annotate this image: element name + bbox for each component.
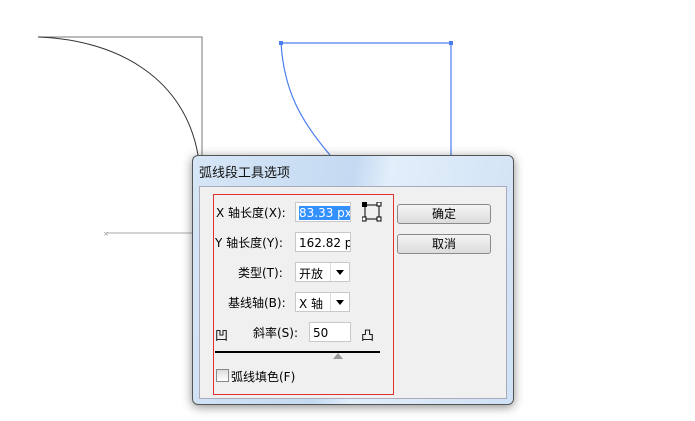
anchor-point — [449, 41, 453, 45]
chevron-down-icon — [330, 263, 349, 281]
slope-slider-thumb[interactable] — [333, 353, 343, 359]
slope-label: 斜率(S): — [253, 326, 299, 340]
fill-arc-checkbox[interactable] — [216, 369, 229, 382]
anchor-point — [279, 41, 283, 45]
reference-point-locator-icon[interactable] — [361, 201, 382, 222]
concave-icon: 凹 — [215, 329, 229, 344]
type-label: 类型(T): — [238, 266, 283, 280]
slope-slider-track[interactable] — [215, 351, 380, 353]
fill-arc-label: 弧线填色(F) — [231, 370, 296, 384]
ok-button[interactable]: 确定 — [397, 204, 491, 224]
svg-text:×: × — [103, 230, 109, 238]
arc-tool-options-dialog: 弧线段工具选项 X 轴长度(X): 83.33 px Y 轴长度(Y): 162… — [192, 155, 514, 405]
dialog-body: X 轴长度(X): 83.33 px Y 轴长度(Y): 162.82 px 类… — [199, 186, 507, 399]
chevron-down-icon — [330, 293, 349, 311]
convex-icon: 凸 — [361, 329, 375, 344]
dialog-title: 弧线段工具选项 — [199, 166, 291, 181]
arc-shape-2-selected[interactable] — [279, 41, 453, 160]
y-length-label: Y 轴长度(Y): — [215, 236, 283, 250]
base-axis-dropdown[interactable]: X 轴 — [295, 292, 350, 312]
arc-shape-1[interactable] — [37, 36, 203, 160]
y-length-input[interactable]: 162.82 px — [295, 232, 351, 252]
type-dropdown[interactable]: 开放 — [295, 262, 350, 282]
x-length-label: X 轴长度(X): — [216, 206, 286, 220]
base-axis-label: 基线轴(B): — [228, 296, 286, 310]
slope-input[interactable]: 50 — [309, 322, 351, 342]
guide-line: × — [103, 230, 192, 238]
cancel-button[interactable]: 取消 — [397, 234, 491, 254]
x-length-input[interactable]: 83.33 px — [295, 202, 351, 222]
